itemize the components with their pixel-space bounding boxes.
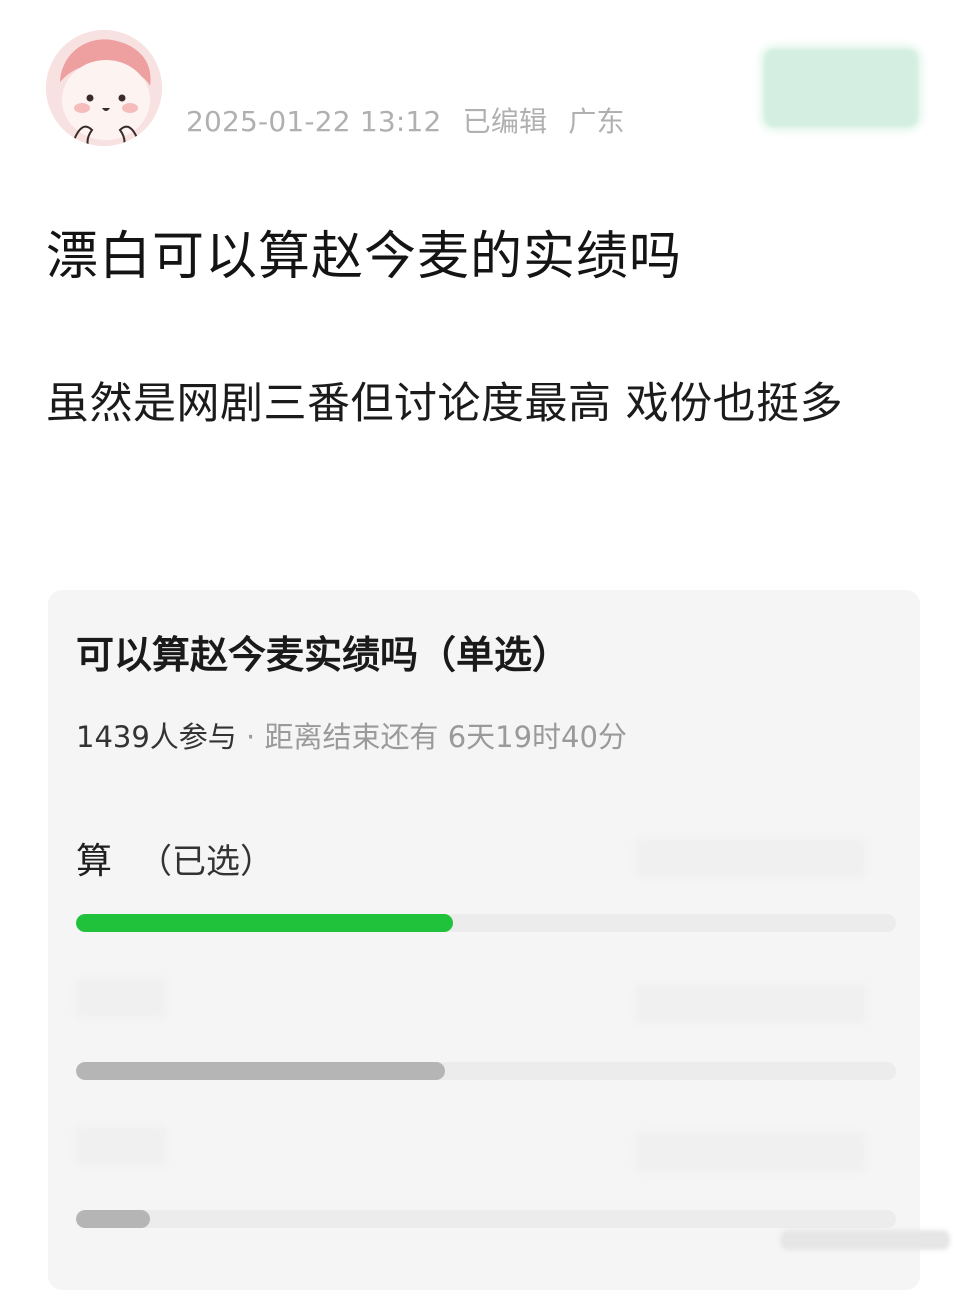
poll-option-3-percent [636,1132,866,1172]
poll-separator: · [236,720,265,754]
poll-option-3-bar [76,1210,150,1228]
poll-option-2-label [76,978,166,1018]
poll-option-3-label [76,1126,166,1166]
avatar[interactable] [46,30,162,146]
post-meta: 2025-01-22 13:12 已编辑 广东 [186,100,637,140]
poll-option-1-selected-tag: （已选） [138,842,275,882]
poll-stats: 1439人参与 · 距离结束还有 6天19时40分 [76,714,627,756]
follow-button[interactable] [764,49,918,127]
post-location: 广东 [568,105,625,138]
poll-option-1-label: 算 [76,841,113,882]
poll-card: 可以算赵今麦实绩吗（单选） 1439人参与 · 距离结束还有 6天19时40分 … [48,590,920,1290]
poll-option-2-percent [636,984,866,1024]
poll-participants: 1439人参与 [76,720,237,754]
poll-option-3[interactable] [76,1126,896,1228]
poll-title: 可以算赵今麦实绩吗（单选） [76,633,571,677]
poll-option-2-track [76,1062,896,1080]
cartoon-avatar-icon [46,30,162,146]
post-content: 虽然是网剧三番但讨论度最高 戏份也挺多 [46,379,844,429]
poll-option-2[interactable] [76,978,896,1080]
watermark [780,1230,950,1250]
post-timestamp: 2025-01-22 13:12 [186,105,442,138]
poll-option-3-track [76,1210,896,1228]
poll-option-1-bar [76,914,454,932]
poll-countdown-label: 距离结束还有 [264,720,448,754]
poll-option-2-bar [76,1062,445,1080]
edited-tag: 已编辑 [462,105,548,138]
poll-option-1-track [76,914,896,932]
post-card: 2025-01-22 13:12 已编辑 广东 漂白可以算赵今麦的实绩吗 虽然是… [0,0,960,1290]
poll-option-1-percent [636,838,866,878]
poll-option-1[interactable]: 算 （已选） [76,832,896,932]
post-title: 漂白可以算赵今麦的实绩吗 [46,227,683,287]
poll-countdown: 6天19时40分 [447,720,627,754]
